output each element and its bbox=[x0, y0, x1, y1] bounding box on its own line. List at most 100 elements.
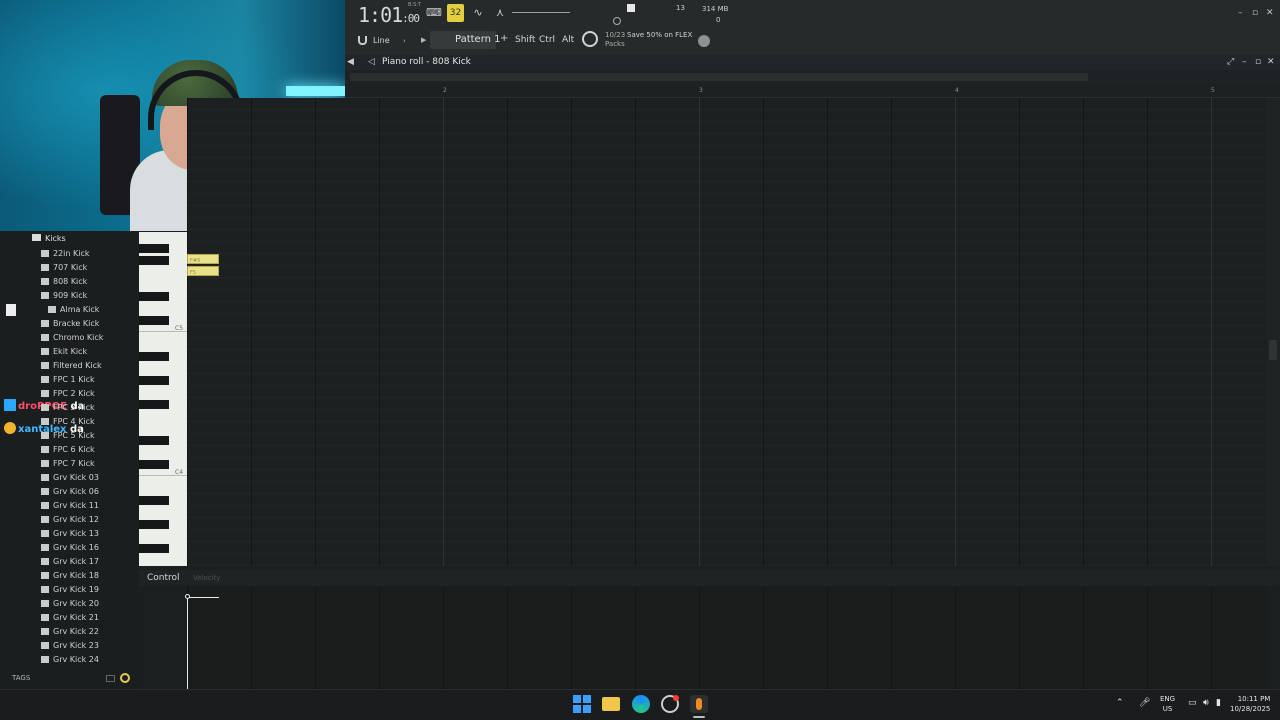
minimize-icon[interactable]: – bbox=[1238, 8, 1243, 18]
pr-minimize-icon[interactable]: – bbox=[1242, 57, 1247, 67]
play-pattern-icon[interactable]: ▶ bbox=[421, 36, 426, 44]
vertical-scrollbar[interactable] bbox=[1267, 98, 1280, 566]
browser-item[interactable]: Grv Kick 24 bbox=[41, 653, 99, 667]
pr-close-icon[interactable]: ✕ bbox=[1267, 57, 1275, 67]
timeline-ruler[interactable] bbox=[345, 84, 1280, 98]
pr-maximize-icon[interactable]: ▫ bbox=[1255, 57, 1261, 67]
microphone-icon[interactable]: 🎤︎ bbox=[1139, 698, 1150, 708]
browser-item[interactable]: Filtered Kick bbox=[41, 359, 102, 373]
chevron-up-icon[interactable]: ⌃ bbox=[1116, 698, 1124, 708]
close-icon[interactable]: ✕ bbox=[1266, 8, 1274, 18]
black-key[interactable] bbox=[139, 400, 169, 409]
chevron-right-icon[interactable]: › bbox=[403, 37, 406, 45]
file-explorer-icon[interactable] bbox=[602, 697, 620, 711]
black-key[interactable] bbox=[139, 436, 169, 445]
language-indicator[interactable]: ENG US bbox=[1160, 694, 1175, 714]
alt-key-button[interactable]: Alt bbox=[562, 35, 574, 45]
ctrl-key-button[interactable]: Ctrl bbox=[539, 35, 555, 45]
black-key[interactable] bbox=[139, 520, 169, 529]
browser-item[interactable]: FPC 6 Kick bbox=[41, 443, 95, 457]
browser-item[interactable]: FPC 2 Kick bbox=[41, 387, 95, 401]
black-key[interactable] bbox=[139, 316, 169, 325]
typing-keyboard-icon[interactable]: ⌨ bbox=[426, 6, 442, 20]
folder-icon[interactable] bbox=[106, 675, 115, 682]
tempo-mode-button[interactable]: 32 bbox=[447, 4, 464, 22]
browser-item[interactable]: Grv Kick 19 bbox=[41, 583, 99, 597]
browser-item[interactable]: Grv Kick 06 bbox=[41, 485, 99, 499]
restore-icon[interactable]: ▫ bbox=[1252, 8, 1258, 18]
volume-icon[interactable]: 🔊︎ bbox=[1203, 698, 1209, 708]
master-pitch-slider[interactable] bbox=[512, 12, 570, 13]
black-key[interactable] bbox=[139, 352, 169, 361]
black-key[interactable] bbox=[139, 544, 169, 553]
piano-keyboard[interactable]: C5 C4 bbox=[139, 232, 187, 566]
piano-roll-menu-icon[interactable]: ◁ bbox=[368, 57, 375, 67]
browser-item[interactable]: Grv Kick 23 bbox=[41, 639, 99, 653]
tags-label[interactable]: TAGS bbox=[12, 674, 30, 682]
search-icon[interactable] bbox=[120, 673, 130, 683]
black-key[interactable] bbox=[139, 244, 169, 253]
windows-start-icon[interactable] bbox=[573, 695, 591, 713]
browser-folder-kicks[interactable]: Kicks bbox=[32, 234, 66, 243]
browser-item[interactable]: Grv Kick 03 bbox=[41, 471, 99, 485]
preview-play-icon[interactable] bbox=[6, 304, 16, 316]
event-lane[interactable] bbox=[187, 586, 1267, 689]
fl-studio-icon[interactable] bbox=[690, 695, 708, 713]
wait-icon[interactable]: ∿ bbox=[470, 6, 486, 20]
control-selector[interactable]: Control bbox=[147, 573, 180, 583]
stop-icon[interactable] bbox=[627, 4, 635, 12]
browser-item[interactable]: Grv Kick 12 bbox=[41, 513, 99, 527]
note[interactable]: F#5 bbox=[187, 254, 219, 264]
piano-roll-title[interactable]: Piano roll - 808 Kick bbox=[382, 57, 471, 67]
vertical-scroll-thumb[interactable] bbox=[1269, 340, 1277, 360]
news-icon[interactable] bbox=[582, 31, 598, 47]
snap-magnet-icon[interactable] bbox=[358, 36, 367, 45]
browser-item[interactable]: FPC 4 Kick bbox=[41, 415, 95, 429]
browser-item[interactable]: Grv Kick 22 bbox=[41, 625, 99, 639]
browser-item[interactable]: FPC 1 Kick bbox=[41, 373, 95, 387]
pattern-label[interactable]: Pattern 1 bbox=[455, 34, 501, 45]
black-key[interactable] bbox=[139, 376, 169, 385]
velocity-handle[interactable] bbox=[185, 594, 190, 599]
browser-item[interactable]: FPC 7 Kick bbox=[41, 457, 95, 471]
browser-item[interactable]: Grv Kick 18 bbox=[41, 569, 99, 583]
note[interactable]: F5 bbox=[187, 266, 219, 276]
add-pattern-button[interactable]: + bbox=[500, 33, 508, 44]
browser-item[interactable]: FPC 5 Kick bbox=[41, 429, 95, 443]
shift-key-button[interactable]: Shift bbox=[515, 35, 535, 45]
browser-item[interactable]: Ekit Kick bbox=[41, 345, 87, 359]
browser-item[interactable]: Grv Kick 17 bbox=[41, 555, 99, 569]
browser-item[interactable]: 808 Kick bbox=[41, 275, 87, 289]
record-icon[interactable] bbox=[613, 17, 621, 25]
globe-icon[interactable] bbox=[698, 35, 710, 47]
network-icon[interactable]: ▭ bbox=[1188, 698, 1197, 708]
speaker-icon[interactable]: ◀ bbox=[347, 57, 354, 67]
browser-item[interactable]: FPC 3 Kick bbox=[41, 401, 95, 415]
edge-browser-icon[interactable] bbox=[632, 695, 650, 713]
browser-item[interactable]: Grv Kick 21 bbox=[41, 611, 99, 625]
black-key[interactable] bbox=[139, 460, 169, 469]
browser-item[interactable]: 707 Kick bbox=[41, 261, 87, 275]
browser-item[interactable]: 22in Kick bbox=[41, 247, 90, 261]
browser-item[interactable]: 909 Kick bbox=[41, 289, 87, 303]
browser-item[interactable]: Alma Kick bbox=[48, 303, 99, 317]
news-headline[interactable]: Save 50% on FLEX bbox=[627, 31, 692, 39]
metronome-icon[interactable]: ⋏ bbox=[492, 6, 508, 20]
browser-item[interactable]: Grv Kick 11 bbox=[41, 499, 99, 513]
system-clock[interactable]: 10:11 PM 10/28/2025 bbox=[1230, 694, 1270, 714]
black-key[interactable] bbox=[139, 292, 169, 301]
black-key[interactable] bbox=[139, 256, 169, 265]
browser-item[interactable]: Grv Kick 16 bbox=[41, 541, 99, 555]
battery-icon[interactable]: ▮ bbox=[1216, 698, 1221, 708]
control-target-label[interactable]: Velocity bbox=[193, 574, 220, 582]
snap-selector[interactable]: Line bbox=[373, 36, 390, 45]
detach-icon[interactable]: ⤢ bbox=[1227, 57, 1234, 67]
velocity-bar[interactable] bbox=[187, 597, 188, 689]
browser-item[interactable]: Grv Kick 13 bbox=[41, 527, 99, 541]
black-key[interactable] bbox=[139, 496, 169, 505]
horizontal-scroll-thumb[interactable] bbox=[350, 73, 1088, 81]
browser-item[interactable]: Grv Kick 20 bbox=[41, 597, 99, 611]
browser-item[interactable]: Chromo Kick bbox=[41, 331, 103, 345]
browser-item[interactable]: Bracke Kick bbox=[41, 317, 99, 331]
note-grid[interactable] bbox=[187, 98, 1267, 566]
